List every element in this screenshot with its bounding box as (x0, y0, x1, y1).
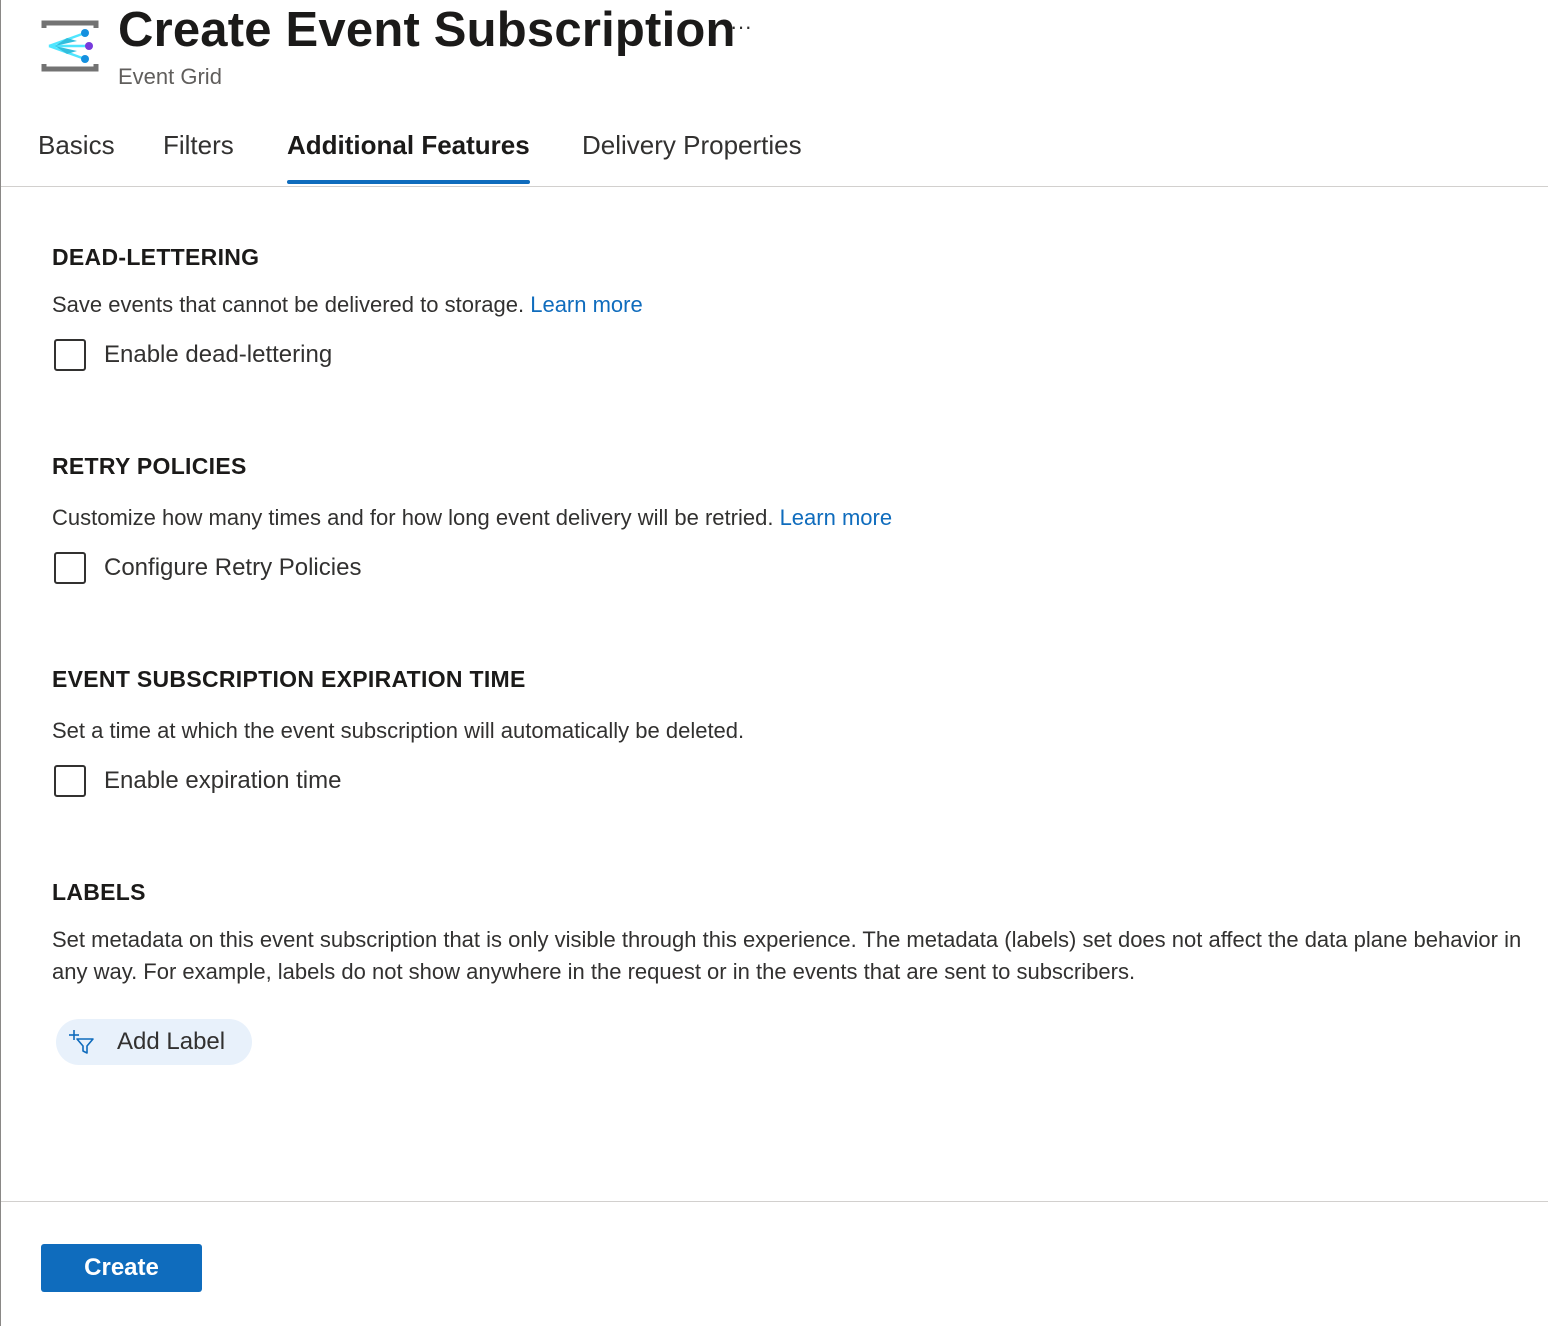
page-header: Create Event Subscription ··· Event Grid (1, 0, 1548, 110)
enable-dead-lettering-checkbox[interactable]: Enable dead-lettering (52, 339, 1532, 371)
checkbox-box[interactable] (54, 339, 86, 371)
tab-label: Filters (163, 130, 234, 160)
section-description: Set a time at which the event subscripti… (52, 718, 745, 743)
checkbox-box[interactable] (54, 552, 86, 584)
enable-expiration-time-checkbox[interactable]: Enable expiration time (52, 765, 1532, 797)
expiration-time-section: EVENT SUBSCRIPTION EXPIRATION TIME Set a… (52, 666, 1532, 797)
add-label-button-label: Add Label (117, 1028, 226, 1055)
learn-more-link[interactable]: Learn more (780, 505, 893, 530)
tab-label: Delivery Properties (582, 130, 802, 160)
tab-label: Additional Features (287, 130, 530, 160)
section-description: Set metadata on this event subscription … (52, 927, 1522, 984)
tab-additional-features[interactable]: Additional Features (287, 130, 530, 184)
retry-policies-section: RETRY POLICIES Customize how many times … (52, 453, 1532, 584)
add-label-button[interactable]: Add Label (56, 1019, 252, 1065)
section-description: Customize how many times and for how lon… (52, 502, 1532, 534)
active-tab-indicator (287, 180, 530, 184)
add-filter-icon (68, 1028, 96, 1056)
labels-section: LABELS Set metadata on this event subscr… (52, 879, 1532, 988)
page-title: Create Event Subscription (118, 3, 736, 57)
checkbox-box[interactable] (54, 765, 86, 797)
description-text: Customize how many times and for how lon… (52, 505, 774, 530)
tab-bar: Basics Filters Additional Features Deliv… (1, 118, 1548, 187)
create-button[interactable]: Create (41, 1244, 202, 1292)
learn-more-link[interactable]: Learn more (530, 292, 643, 317)
description-text: Save events that cannot be delivered to … (52, 292, 525, 317)
dead-lettering-section: DEAD-LETTERING Save events that cannot b… (52, 244, 1532, 371)
footer-bar: Create (1, 1201, 1548, 1326)
section-description: Save events that cannot be delivered to … (52, 289, 1532, 321)
tab-basics[interactable]: Basics (38, 130, 115, 182)
checkbox-label: Configure Retry Policies (104, 554, 362, 581)
tab-filters[interactable]: Filters (163, 130, 234, 182)
page-subtitle: Event Grid (118, 64, 222, 89)
tab-label: Basics (38, 130, 115, 160)
checkbox-label: Enable expiration time (104, 767, 342, 794)
section-heading: LABELS (52, 879, 146, 905)
tab-delivery-properties[interactable]: Delivery Properties (582, 130, 802, 182)
section-heading: EVENT SUBSCRIPTION EXPIRATION TIME (52, 666, 526, 692)
create-event-subscription-page: Create Event Subscription ··· Event Grid… (0, 0, 1548, 1326)
section-heading: RETRY POLICIES (52, 453, 247, 479)
configure-retry-policies-checkbox[interactable]: Configure Retry Policies (52, 552, 1532, 584)
event-grid-icon (41, 20, 99, 72)
section-heading: DEAD-LETTERING (52, 244, 260, 270)
checkbox-label: Enable dead-lettering (104, 341, 333, 368)
more-options-button[interactable]: ··· (723, 12, 759, 42)
